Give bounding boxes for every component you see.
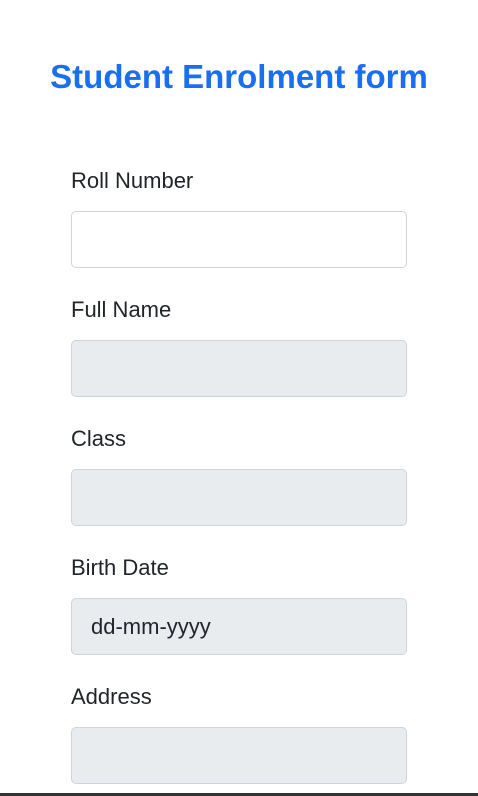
birth-date-input[interactable]: dd-mm-yyyy [71,598,407,655]
roll-number-input[interactable] [71,211,407,268]
birth-date-placeholder: dd-mm-yyyy [91,614,211,639]
full-name-label: Full Name [71,297,172,322]
address-input[interactable] [71,727,407,784]
class-label: Class [71,426,127,451]
full-name-input[interactable] [71,340,407,397]
enrolment-page: Student Enrolment form Roll Number Full … [0,0,478,796]
address-label: Address [71,684,152,709]
roll-number-label: Roll Number [71,168,194,193]
birth-date-label: Birth Date [71,555,169,580]
class-input[interactable] [71,469,407,526]
form-title: Student Enrolment form [50,58,428,95]
